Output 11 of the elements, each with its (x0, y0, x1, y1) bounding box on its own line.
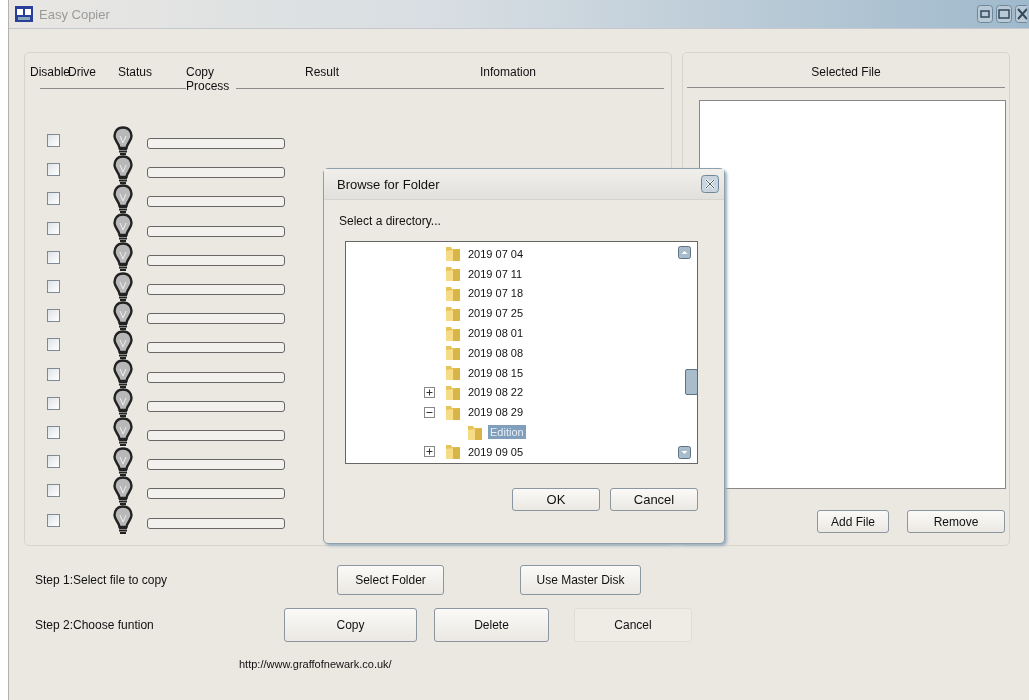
column-header: Result (305, 65, 339, 79)
window-title: Easy Copier (39, 6, 111, 22)
panel-title: Selected File (687, 53, 1005, 88)
column-header: Drive (68, 65, 96, 79)
dialog-title: Browse for Folder (337, 176, 440, 192)
dialog-prompt: Select a directory... (338, 213, 442, 230)
step-label: Step 2:Choose funtion (34, 618, 155, 632)
column-header: Copy Process (186, 65, 236, 93)
column-header: Infomation (480, 65, 537, 79)
step-label: Step 1:Select file to copy (34, 573, 169, 587)
column-header: Status (118, 65, 153, 79)
